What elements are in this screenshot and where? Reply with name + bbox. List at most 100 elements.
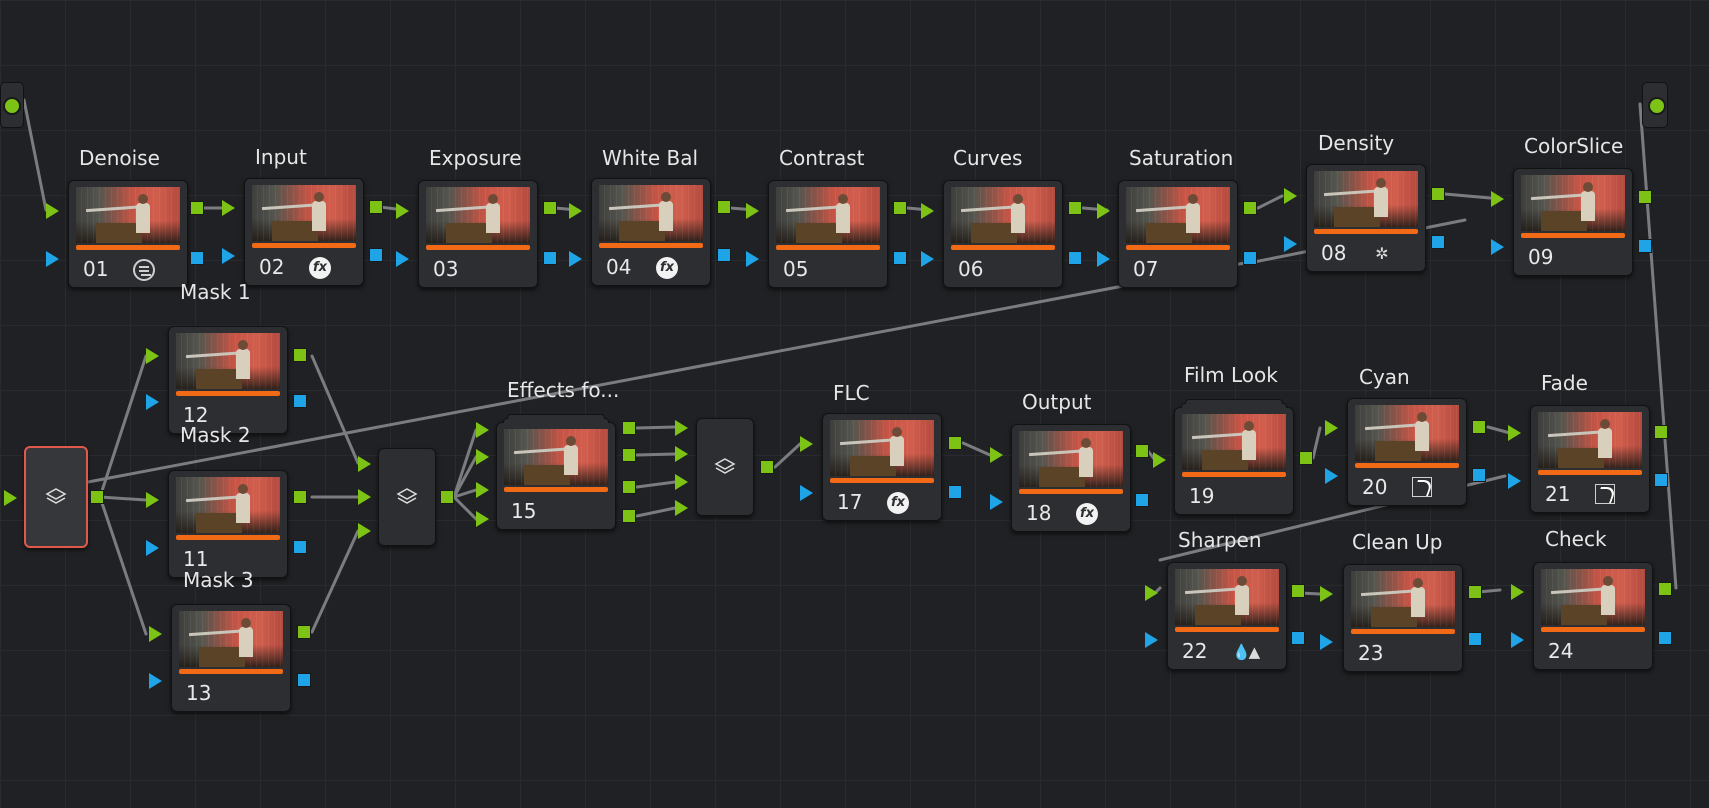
rgb-output-port[interactable] — [622, 421, 636, 435]
rgb-output-port[interactable] — [293, 490, 307, 504]
layer-mixer-node[interactable] — [378, 448, 436, 546]
graph-output-node[interactable] — [1642, 82, 1668, 128]
alpha-output-port[interactable] — [1135, 493, 1149, 507]
layer-input-port[interactable] — [358, 456, 371, 472]
rgb-output-port[interactable] — [1472, 420, 1486, 434]
rgb-input-port[interactable] — [476, 422, 489, 438]
node-density[interactable]: 08 ✲ — [1306, 164, 1426, 272]
alpha-input-port[interactable] — [146, 540, 159, 556]
alpha-output-port[interactable] — [297, 673, 311, 687]
alpha-input-port[interactable] — [1511, 632, 1524, 648]
node-effects[interactable]: 15 — [496, 414, 616, 530]
alpha-input-port[interactable] — [921, 251, 934, 267]
node-cyan[interactable]: 20 — [1347, 398, 1467, 506]
rgb-input-port[interactable] — [1491, 191, 1504, 207]
alpha-input-port[interactable] — [222, 248, 235, 264]
rgb-input-port[interactable] — [149, 626, 162, 642]
rgb-input-port[interactable] — [476, 482, 489, 498]
rgb-output-port[interactable] — [717, 200, 731, 214]
rgb-output-port[interactable] — [440, 490, 454, 504]
rgb-output-port[interactable] — [190, 201, 204, 215]
alpha-output-port[interactable] — [1243, 251, 1257, 265]
rgb-input-port[interactable] — [476, 511, 489, 527]
rgb-output-port[interactable] — [1638, 190, 1652, 204]
node-output[interactable]: 18 fx — [1011, 424, 1131, 532]
alpha-input-port[interactable] — [146, 394, 159, 410]
alpha-output-port[interactable] — [1658, 631, 1672, 645]
rgb-input-port[interactable] — [396, 203, 409, 219]
alpha-output-port[interactable] — [1468, 632, 1482, 646]
layer-mixer-node[interactable] — [696, 418, 754, 516]
rgb-output-port[interactable] — [1291, 584, 1305, 598]
alpha-output-port[interactable] — [1291, 631, 1305, 645]
rgb-input-port[interactable] — [569, 203, 582, 219]
node-mask1[interactable]: 12 — [168, 326, 288, 434]
rgb-input-port[interactable] — [921, 203, 934, 219]
rgb-input-port[interactable] — [1145, 585, 1158, 601]
rgb-input-port[interactable] — [4, 490, 17, 506]
alpha-output-port[interactable] — [369, 248, 383, 262]
graph-input-node[interactable] — [0, 82, 24, 128]
alpha-output-port[interactable] — [893, 251, 907, 265]
rgb-input-port[interactable] — [800, 436, 813, 452]
rgb-input-port[interactable] — [46, 203, 59, 219]
rgb-output-port[interactable] — [1299, 451, 1313, 465]
rgb-output-port[interactable] — [622, 448, 636, 462]
rgb-output-port[interactable] — [293, 348, 307, 362]
rgb-output-port[interactable] — [90, 490, 104, 504]
alpha-input-port[interactable] — [149, 673, 162, 689]
alpha-output-port[interactable] — [1431, 235, 1445, 249]
layer-input-port[interactable] — [675, 500, 688, 516]
node-mask2[interactable]: 11 — [168, 470, 288, 578]
rgb-input-port[interactable] — [1325, 420, 1338, 436]
node-mask3[interactable]: 13 — [171, 604, 291, 712]
graph-input-port[interactable] — [3, 97, 21, 115]
alpha-output-port[interactable] — [293, 394, 307, 408]
node-white-bal[interactable]: 04 fx — [591, 178, 711, 286]
node-check[interactable]: 24 — [1533, 562, 1653, 670]
rgb-input-port[interactable] — [476, 449, 489, 465]
alpha-output-port[interactable] — [948, 485, 962, 499]
rgb-output-port[interactable] — [1658, 582, 1672, 596]
rgb-input-port[interactable] — [146, 492, 159, 508]
alpha-output-port[interactable] — [543, 251, 557, 265]
rgb-output-port[interactable] — [948, 436, 962, 450]
rgb-output-port[interactable] — [1468, 585, 1482, 599]
rgb-output-port[interactable] — [1243, 201, 1257, 215]
rgb-input-port[interactable] — [1153, 452, 1166, 468]
rgb-input-port[interactable] — [1511, 584, 1524, 600]
alpha-input-port[interactable] — [1320, 634, 1333, 650]
node-film-look[interactable]: 19 — [1174, 399, 1294, 515]
alpha-output-port[interactable] — [1654, 473, 1668, 487]
node-sharpen[interactable]: 22 💧▲ — [1167, 562, 1287, 670]
alpha-input-port[interactable] — [1284, 236, 1297, 252]
alpha-output-port[interactable] — [1068, 251, 1082, 265]
node-fade[interactable]: 21 — [1530, 405, 1650, 513]
rgb-output-port[interactable] — [1135, 444, 1149, 458]
parallel-mixer-node[interactable] — [24, 446, 88, 548]
alpha-output-port[interactable] — [717, 248, 731, 262]
alpha-input-port[interactable] — [1097, 251, 1110, 267]
alpha-input-port[interactable] — [800, 485, 813, 501]
rgb-output-port[interactable] — [543, 201, 557, 215]
rgb-output-port[interactable] — [1431, 187, 1445, 201]
layer-input-port[interactable] — [675, 420, 688, 436]
alpha-output-port[interactable] — [1472, 468, 1486, 482]
alpha-output-port[interactable] — [190, 251, 204, 265]
node-flc[interactable]: 17 fx — [822, 413, 942, 521]
rgb-output-port[interactable] — [760, 460, 774, 474]
alpha-input-port[interactable] — [396, 251, 409, 267]
rgb-input-port[interactable] — [1097, 203, 1110, 219]
rgb-input-port[interactable] — [1508, 425, 1521, 441]
rgb-input-port[interactable] — [146, 348, 159, 364]
layer-input-port[interactable] — [358, 489, 371, 505]
alpha-output-port[interactable] — [293, 540, 307, 554]
rgb-output-port[interactable] — [893, 201, 907, 215]
rgb-output-port[interactable] — [297, 625, 311, 639]
rgb-input-port[interactable] — [1320, 586, 1333, 602]
node-exposure[interactable]: 03 — [418, 180, 538, 288]
rgb-input-port[interactable] — [1284, 188, 1297, 204]
layer-input-port[interactable] — [675, 474, 688, 490]
node-clean-up[interactable]: 23 — [1343, 564, 1463, 672]
alpha-input-port[interactable] — [1508, 473, 1521, 489]
